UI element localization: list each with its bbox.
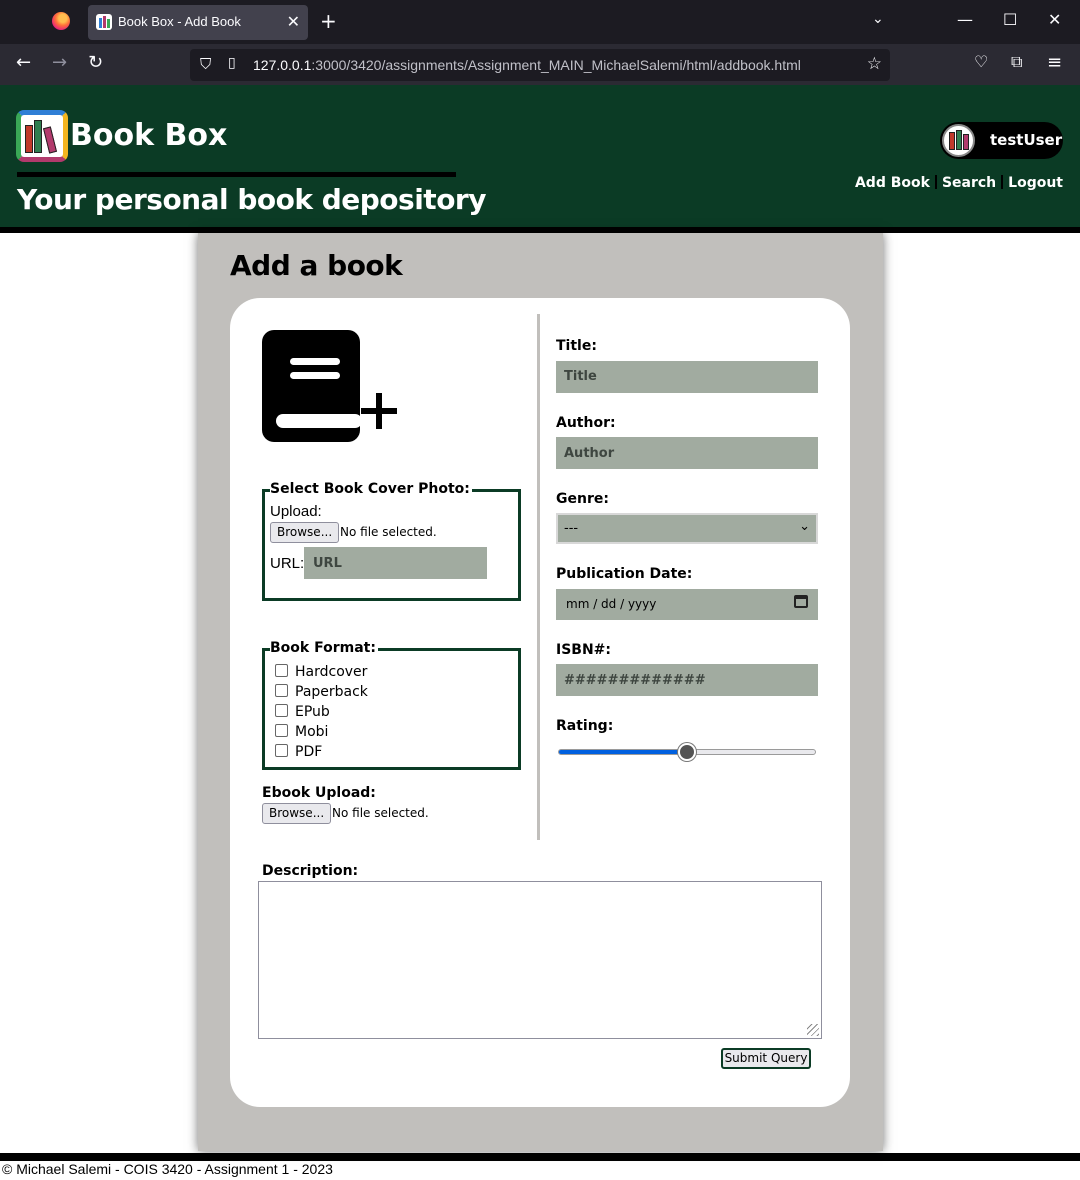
add-book-form: Select Book Cover Photo: Upload: Browse.… — [230, 298, 850, 1107]
rating-slider-fill — [559, 750, 687, 754]
cover-browse-button[interactable]: Browse... — [270, 522, 340, 543]
book-format-fieldset: Book Format: Hardcover Paperback EPub Mo… — [262, 640, 521, 770]
back-icon[interactable]: ← — [16, 52, 31, 73]
checkbox-icon[interactable] — [275, 744, 288, 757]
calendar-icon[interactable] — [794, 595, 808, 608]
publication-date-label: Publication Date: — [556, 566, 693, 582]
format-label: PDF — [295, 744, 323, 760]
ebook-browse-button[interactable]: Browse... — [262, 803, 332, 824]
isbn-input[interactable]: ############# — [556, 664, 818, 696]
site-title[interactable]: Book Box — [70, 118, 227, 153]
format-mobi-checkbox[interactable]: Mobi — [275, 724, 328, 740]
genre-selected-value: --- — [564, 521, 579, 536]
close-window-icon[interactable]: ✕ — [1048, 10, 1061, 29]
publication-date-input[interactable]: mm / dd / yyyy — [556, 589, 818, 620]
footer-divider — [0, 1153, 1080, 1161]
add-book-icon — [262, 330, 397, 442]
forward-icon[interactable]: → — [52, 52, 67, 73]
cover-file-status: No file selected. — [340, 525, 437, 539]
isbn-label: ISBN#: — [556, 642, 612, 658]
format-hardcover-checkbox[interactable]: Hardcover — [275, 664, 367, 680]
author-label: Author: — [556, 415, 616, 431]
isbn-placeholder: ############# — [564, 673, 706, 688]
format-pdf-checkbox[interactable]: PDF — [275, 744, 322, 760]
ebook-file-status: No file selected. — [332, 806, 429, 820]
format-paperback-checkbox[interactable]: Paperback — [275, 684, 368, 700]
user-profile-badge[interactable]: testUser — [940, 122, 1063, 159]
tab-title: Book Box - Add Book — [118, 14, 241, 29]
cover-photo-fieldset: Select Book Cover Photo: Upload: Browse.… — [262, 481, 521, 601]
nav-logout-link[interactable]: Logout — [1008, 175, 1063, 191]
title-input[interactable]: Title — [556, 361, 818, 393]
title-label: Title: — [556, 338, 597, 354]
format-label: Mobi — [295, 724, 329, 740]
browser-nav-bar: ← → ↻ ⛉ ▯ 127.0.0.1:3000/3420/assignment… — [0, 44, 1080, 85]
author-input[interactable]: Author — [556, 437, 818, 469]
main-panel: Add a book Select Book Cover Photo: Uplo… — [198, 233, 883, 1151]
resize-grip-icon[interactable] — [807, 1024, 819, 1036]
site-nav: Add Book Search Logout — [855, 175, 1063, 191]
site-favicon-icon — [96, 14, 112, 30]
cover-url-input[interactable]: URL — [304, 547, 487, 579]
nav-add-book-link[interactable]: Add Book — [855, 175, 930, 191]
chevron-down-icon: ⌄ — [799, 519, 810, 534]
checkbox-icon[interactable] — [275, 704, 288, 717]
minimize-icon[interactable]: — — [957, 10, 973, 29]
username: testUser — [990, 131, 1063, 149]
page-icon: ▯ — [228, 55, 236, 71]
avatar — [942, 124, 975, 157]
submit-button[interactable]: Submit Query — [721, 1048, 811, 1069]
column-divider — [537, 314, 540, 840]
book-box-logo[interactable] — [16, 110, 68, 162]
new-tab-icon[interactable]: + — [320, 9, 337, 33]
extensions-icon[interactable]: ⧉ — [1011, 52, 1022, 72]
address-bar[interactable]: ⛉ ▯ 127.0.0.1:3000/3420/assignments/Assi… — [190, 49, 890, 81]
bookmark-star-icon[interactable]: ☆ — [867, 54, 882, 74]
browser-tab[interactable]: Book Box - Add Book ✕ — [88, 5, 308, 40]
maximize-icon[interactable]: ☐ — [1003, 10, 1017, 29]
format-label: EPub — [295, 704, 330, 720]
genre-label: Genre: — [556, 491, 609, 507]
rating-slider-thumb[interactable] — [678, 743, 696, 761]
site-header: Book Box Your personal book depository t… — [0, 85, 1080, 227]
menu-icon[interactable]: ≡ — [1047, 52, 1062, 73]
footer-text: © Michael Salemi - COIS 3420 - Assignmen… — [2, 1161, 333, 1177]
browser-tab-bar: Book Box - Add Book ✕ + ⌄ — ☐ ✕ — [0, 0, 1080, 44]
format-label: Paperback — [295, 684, 368, 700]
page-title: Add a book — [230, 249, 403, 282]
cover-url-placeholder: URL — [313, 556, 342, 571]
shield-icon[interactable]: ⛉ — [200, 55, 211, 73]
rating-label: Rating: — [556, 718, 614, 734]
nav-search-link[interactable]: Search — [942, 175, 996, 191]
firefox-menu-icon[interactable] — [52, 12, 70, 30]
url-text: 127.0.0.1:3000/3420/assignments/Assignme… — [253, 57, 801, 73]
rating-slider[interactable] — [558, 743, 816, 761]
ebook-upload-label: Ebook Upload: — [262, 785, 376, 801]
checkbox-icon[interactable] — [275, 684, 288, 697]
close-tab-icon[interactable]: ✕ — [287, 12, 300, 31]
description-textarea[interactable] — [258, 881, 822, 1039]
author-placeholder: Author — [564, 446, 615, 461]
format-label: Hardcover — [295, 664, 368, 680]
tab-list-chevron-icon[interactable]: ⌄ — [872, 11, 884, 27]
checkbox-icon[interactable] — [275, 664, 288, 677]
genre-select[interactable]: --- ⌄ — [556, 513, 818, 544]
book-format-legend: Book Format: — [270, 640, 378, 656]
pocket-icon[interactable]: ♡ — [974, 52, 988, 71]
cover-upload-label: Upload: — [270, 503, 322, 520]
description-label: Description: — [262, 863, 359, 879]
checkbox-icon[interactable] — [275, 724, 288, 737]
publication-date-placeholder: mm / dd / yyyy — [566, 597, 657, 611]
cover-url-label: URL: — [270, 555, 305, 572]
nav-separator — [1001, 175, 1004, 189]
tagline-divider — [17, 172, 456, 177]
title-placeholder: Title — [564, 369, 597, 384]
format-epub-checkbox[interactable]: EPub — [275, 704, 330, 720]
reload-icon[interactable]: ↻ — [88, 52, 103, 73]
cover-photo-legend: Select Book Cover Photo: — [270, 481, 472, 497]
nav-separator — [934, 175, 937, 189]
site-tagline: Your personal book depository — [17, 183, 487, 216]
